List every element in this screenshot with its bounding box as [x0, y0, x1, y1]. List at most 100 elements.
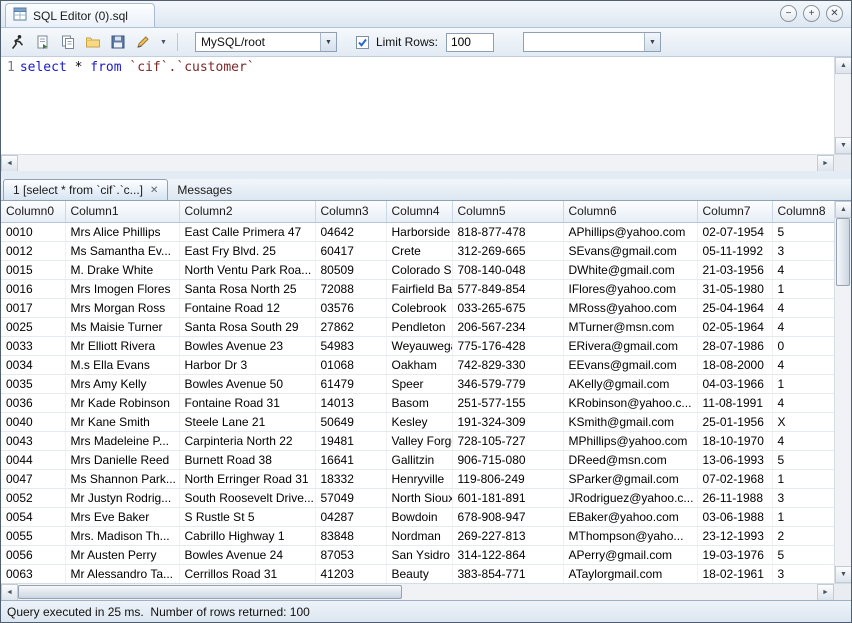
- table-cell[interactable]: MTurner@msn.com: [563, 317, 697, 336]
- column-header[interactable]: Column8: [772, 201, 834, 222]
- table-cell[interactable]: 80509: [315, 260, 386, 279]
- table-cell[interactable]: 61479: [315, 374, 386, 393]
- scroll-down-icon[interactable]: ▼: [835, 137, 851, 154]
- table-cell[interactable]: Basom: [386, 393, 452, 412]
- table-row[interactable]: 0055Mrs. Madison Th...Cabrillo Highway 1…: [1, 526, 834, 545]
- table-cell[interactable]: 27862: [315, 317, 386, 336]
- table-cell[interactable]: ATaylorgmail.com: [563, 564, 697, 583]
- table-cell[interactable]: 28-07-1986: [697, 336, 772, 355]
- table-cell[interactable]: 2: [772, 526, 834, 545]
- results-vscroll-track[interactable]: [835, 218, 851, 566]
- table-cell[interactable]: Harborside: [386, 222, 452, 241]
- table-cell[interactable]: Mrs Amy Kelly: [65, 374, 179, 393]
- table-cell[interactable]: 19-03-1976: [697, 545, 772, 564]
- table-cell[interactable]: Weyauwega: [386, 336, 452, 355]
- scroll-right-icon[interactable]: ►: [817, 584, 834, 601]
- table-cell[interactable]: 18332: [315, 469, 386, 488]
- table-cell[interactable]: DReed@msn.com: [563, 450, 697, 469]
- table-cell[interactable]: 0040: [1, 412, 65, 431]
- table-cell[interactable]: MThompson@yaho...: [563, 526, 697, 545]
- table-cell[interactable]: 033-265-675: [452, 298, 563, 317]
- table-cell[interactable]: 23-12-1993: [697, 526, 772, 545]
- table-cell[interactable]: Fontaine Road 12: [179, 298, 315, 317]
- table-cell[interactable]: 0: [772, 336, 834, 355]
- table-cell[interactable]: 26-11-1988: [697, 488, 772, 507]
- table-cell[interactable]: Cabrillo Highway 1: [179, 526, 315, 545]
- table-cell[interactable]: 5: [772, 545, 834, 564]
- table-row[interactable]: 0035Mrs Amy KellyBowles Avenue 5061479Sp…: [1, 374, 834, 393]
- table-cell[interactable]: Mrs Morgan Ross: [65, 298, 179, 317]
- table-cell[interactable]: 191-324-309: [452, 412, 563, 431]
- table-cell[interactable]: Mrs. Madison Th...: [65, 526, 179, 545]
- table-cell[interactable]: 601-181-891: [452, 488, 563, 507]
- tab-messages[interactable]: Messages: [168, 179, 241, 200]
- table-cell[interactable]: 4: [772, 298, 834, 317]
- table-cell[interactable]: 02-05-1964: [697, 317, 772, 336]
- table-cell[interactable]: 1: [772, 279, 834, 298]
- table-cell[interactable]: 775-176-428: [452, 336, 563, 355]
- table-cell[interactable]: Mrs Madeleine P...: [65, 431, 179, 450]
- table-cell[interactable]: South Roosevelt Drive...: [179, 488, 315, 507]
- table-cell[interactable]: 07-02-1968: [697, 469, 772, 488]
- scroll-up-icon[interactable]: ▲: [835, 201, 851, 218]
- edit-icon[interactable]: [132, 31, 154, 53]
- table-cell[interactable]: 119-806-249: [452, 469, 563, 488]
- table-cell[interactable]: San Ysidro: [386, 545, 452, 564]
- table-row[interactable]: 0012Ms Samantha Ev...East Fry Blvd. 2560…: [1, 241, 834, 260]
- column-header[interactable]: Column1: [65, 201, 179, 222]
- table-cell[interactable]: 0055: [1, 526, 65, 545]
- table-cell[interactable]: Mr Elliott Rivera: [65, 336, 179, 355]
- limit-rows-checkbox[interactable]: [356, 36, 369, 49]
- table-cell[interactable]: 50649: [315, 412, 386, 431]
- table-cell[interactable]: 0015: [1, 260, 65, 279]
- table-cell[interactable]: Bowles Avenue 50: [179, 374, 315, 393]
- table-cell[interactable]: M.s Ella Evans: [65, 355, 179, 374]
- table-cell[interactable]: 5: [772, 222, 834, 241]
- table-cell[interactable]: 02-07-1954: [697, 222, 772, 241]
- table-cell[interactable]: Colorado Spri...: [386, 260, 452, 279]
- table-cell[interactable]: 0052: [1, 488, 65, 507]
- table-cell[interactable]: 0035: [1, 374, 65, 393]
- table-cell[interactable]: 01068: [315, 355, 386, 374]
- editor-horizontal-scrollbar[interactable]: ◄ ►: [1, 154, 851, 171]
- table-cell[interactable]: Burnett Road 38: [179, 450, 315, 469]
- table-cell[interactable]: Fairfield Bay: [386, 279, 452, 298]
- table-cell[interactable]: 0017: [1, 298, 65, 317]
- table-cell[interactable]: Cerrillos Road 31: [179, 564, 315, 583]
- table-cell[interactable]: KSmith@gmail.com: [563, 412, 697, 431]
- table-row[interactable]: 0047Ms Shannon Park...North Erringer Roa…: [1, 469, 834, 488]
- column-header[interactable]: Column6: [563, 201, 697, 222]
- table-cell[interactable]: 60417: [315, 241, 386, 260]
- table-cell[interactable]: Mrs Imogen Flores: [65, 279, 179, 298]
- results-hscroll-track[interactable]: [18, 584, 817, 600]
- table-cell[interactable]: Ms Maisie Turner: [65, 317, 179, 336]
- scroll-down-icon[interactable]: ▼: [835, 566, 851, 583]
- table-row[interactable]: 0017Mrs Morgan RossFontaine Road 1203576…: [1, 298, 834, 317]
- table-row[interactable]: 0043Mrs Madeleine P...Carpinteria North …: [1, 431, 834, 450]
- table-cell[interactable]: Bowles Avenue 23: [179, 336, 315, 355]
- table-cell[interactable]: 21-03-1956: [697, 260, 772, 279]
- table-cell[interactable]: Oakham: [386, 355, 452, 374]
- table-cell[interactable]: X: [772, 412, 834, 431]
- maximize-icon[interactable]: +: [803, 5, 820, 22]
- table-cell[interactable]: 251-577-155: [452, 393, 563, 412]
- table-cell[interactable]: 4: [772, 431, 834, 450]
- table-cell[interactable]: Santa Rosa North 25: [179, 279, 315, 298]
- table-cell[interactable]: 04-03-1966: [697, 374, 772, 393]
- table-cell[interactable]: 87053: [315, 545, 386, 564]
- table-cell[interactable]: Crete: [386, 241, 452, 260]
- table-cell[interactable]: APerry@gmail.com: [563, 545, 697, 564]
- table-cell[interactable]: Ms Shannon Park...: [65, 469, 179, 488]
- table-cell[interactable]: 0016: [1, 279, 65, 298]
- table-cell[interactable]: Mr Kade Robinson: [65, 393, 179, 412]
- table-cell[interactable]: SParker@gmail.com: [563, 469, 697, 488]
- table-cell[interactable]: 0034: [1, 355, 65, 374]
- table-cell[interactable]: 4: [772, 317, 834, 336]
- table-cell[interactable]: 708-140-048: [452, 260, 563, 279]
- table-cell[interactable]: 18-10-1970: [697, 431, 772, 450]
- table-cell[interactable]: 11-08-1991: [697, 393, 772, 412]
- table-cell[interactable]: Gallitzin: [386, 450, 452, 469]
- table-cell[interactable]: 25-01-1956: [697, 412, 772, 431]
- table-cell[interactable]: Mrs Alice Phillips: [65, 222, 179, 241]
- table-cell[interactable]: 04287: [315, 507, 386, 526]
